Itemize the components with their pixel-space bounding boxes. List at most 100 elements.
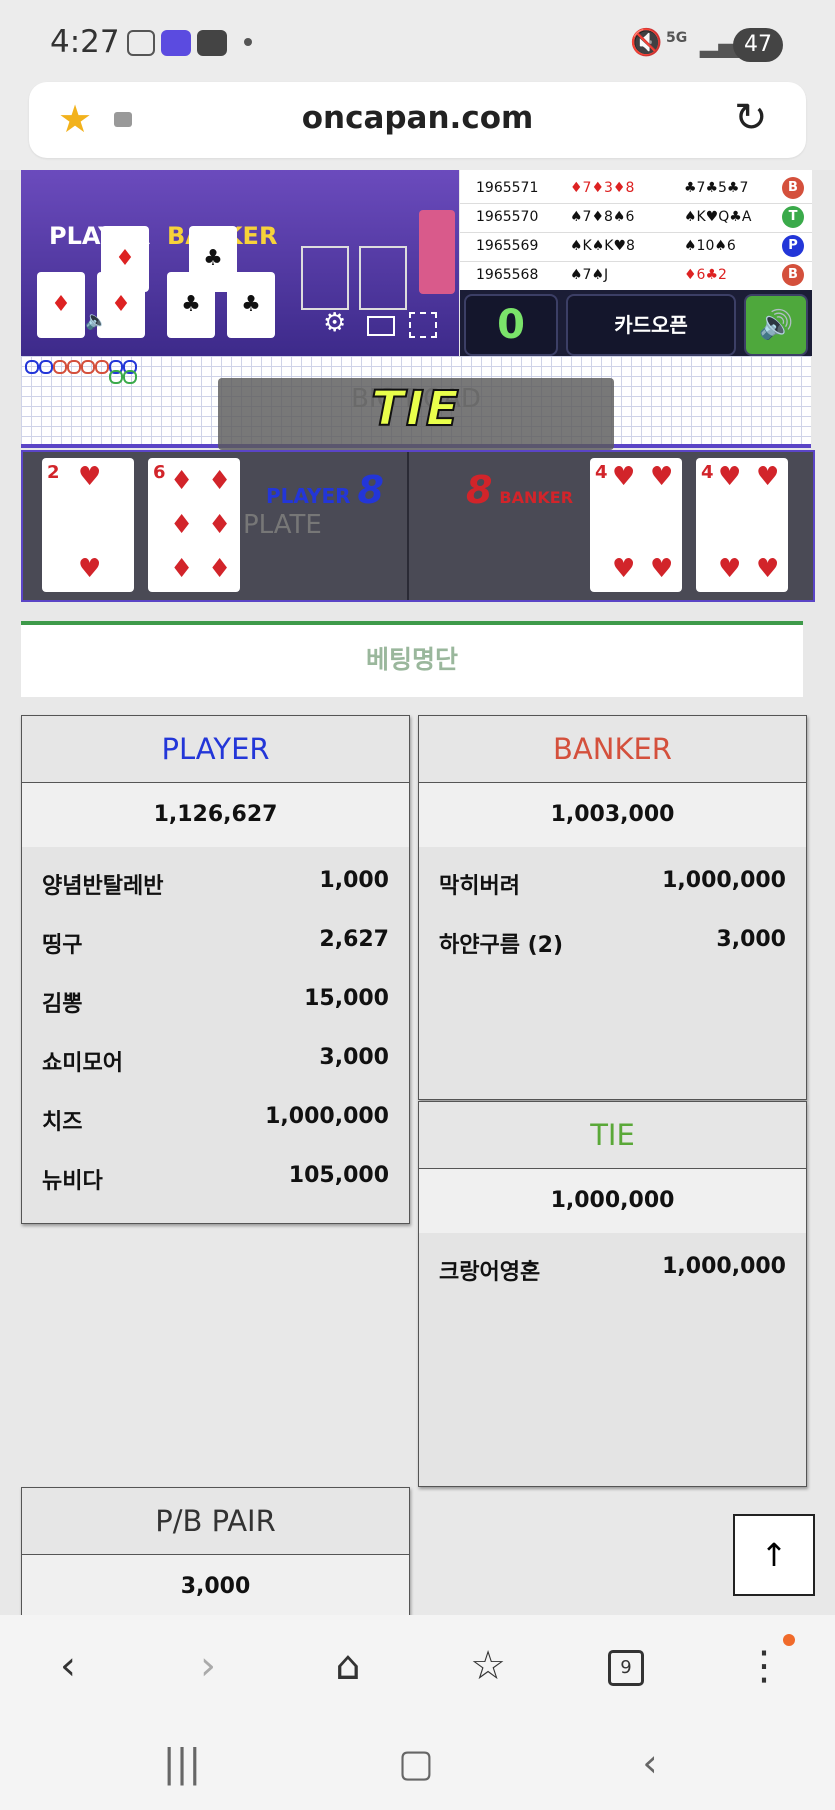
road-marker xyxy=(81,360,95,374)
home-icon[interactable]: ⌂ xyxy=(318,1638,378,1694)
screenshot-icon xyxy=(127,30,155,56)
road-marker xyxy=(123,370,137,384)
heart-icon: ♥ xyxy=(718,462,742,492)
player-cards: ♠7♦8♠6 xyxy=(570,209,635,225)
forward-icon[interactable]: › xyxy=(178,1638,238,1694)
pip-icon[interactable] xyxy=(367,316,395,336)
road-marker xyxy=(67,360,81,374)
back-nav-icon[interactable]: ‹ xyxy=(620,1740,680,1786)
card-rank: 4 xyxy=(701,462,714,483)
winner-badge: P xyxy=(782,235,804,257)
network-label: 5G xyxy=(666,30,688,46)
bet-row: 치즈 1,000,000 xyxy=(22,1096,409,1136)
bet-row: 김뽕 15,000 xyxy=(22,978,409,1018)
tie-bets-title: TIE xyxy=(419,1102,806,1169)
heart-icon: ♥ xyxy=(650,462,674,492)
round-id: 1965570 xyxy=(476,209,539,225)
bettor-name: 김뽕 xyxy=(42,992,83,1017)
live-video[interactable]: PLAYER BANKER ♦ ♣ ♦ ♦ ♣ ♣ ❚❚ 🔈 ⚙ xyxy=(21,170,459,356)
banker-cards: ♣7♣5♣7 xyxy=(684,180,749,196)
pair-bets-panel: P/B PAIR 3,000 xyxy=(21,1487,410,1616)
banker-cards: ♠K♥Q♣A xyxy=(684,209,752,225)
card-slot xyxy=(359,246,407,310)
mute-video-icon[interactable]: 🔈 xyxy=(85,310,107,331)
url-text[interactable]: oncapan.com xyxy=(0,100,835,136)
bettor-name: 하얀구름 (2) xyxy=(439,933,564,958)
heart-icon: ♥ xyxy=(612,462,636,492)
diamond-icon: ♦ xyxy=(170,466,194,496)
bet-row: 막히버려 1,000,000 xyxy=(419,860,806,900)
player-cards: ♦7♦3♦8 xyxy=(570,180,635,196)
table-row: 1965568 ♠7♠J ♦6♣2 B xyxy=(460,261,812,291)
player-label-text: PLAYER xyxy=(266,484,351,508)
banker-bets-total: 1,003,000 xyxy=(419,783,806,847)
home-nav-icon[interactable]: ▢ xyxy=(386,1740,446,1786)
app-q-icon xyxy=(161,30,191,56)
bet-amount: 1,000 xyxy=(319,868,389,893)
back-icon[interactable]: ‹ xyxy=(38,1638,98,1694)
pair-bets-total: 3,000 xyxy=(22,1555,409,1615)
bet-amount: 2,627 xyxy=(319,927,389,952)
table-card: ♣ xyxy=(167,272,215,338)
bet-row: 크랑어영혼 1,000,000 xyxy=(419,1246,806,1286)
banker-label-text: BANKER xyxy=(499,488,574,507)
player-card-2: 6 ♦ ♦ ♦ ♦ ♦ ♦ xyxy=(148,458,240,592)
round-id: 1965571 xyxy=(476,180,539,196)
road-marker xyxy=(95,360,109,374)
heart-icon: ♥ xyxy=(78,554,102,584)
arrow-up-icon: ↑ xyxy=(760,1536,788,1574)
recent-apps-icon[interactable]: ||| xyxy=(152,1740,212,1786)
fullscreen-icon[interactable] xyxy=(409,312,437,338)
menu-notification-dot xyxy=(783,1634,795,1646)
tabs-count: 9 xyxy=(608,1650,644,1686)
bet-amount: 1,000,000 xyxy=(265,1104,389,1129)
status-time: 4:27 xyxy=(50,24,120,60)
heart-icon: ♥ xyxy=(718,554,742,584)
pause-icon[interactable]: ❚❚ xyxy=(41,310,71,331)
banker-bets-panel: BANKER 1,003,000 막히버려 1,000,000 하얀구름 (2) 3… xyxy=(418,715,807,1100)
settings-icon[interactable]: ⚙ xyxy=(323,308,346,338)
tie-result-text: TIE xyxy=(370,380,461,438)
scroll-top-button[interactable]: ↑ xyxy=(733,1514,815,1596)
heart-icon: ♥ xyxy=(756,554,780,584)
bet-row: 하얀구름 (2) 3,000 xyxy=(419,919,806,959)
winner-badge: T xyxy=(782,206,804,228)
player-label: PLAYER 8 xyxy=(266,468,384,512)
bet-amount: 3,000 xyxy=(319,1045,389,1070)
bet-amount: 1,000,000 xyxy=(662,1254,786,1279)
diamond-icon: ♦ xyxy=(208,554,232,584)
tabs-button[interactable]: 9 xyxy=(596,1638,656,1694)
round-id: 1965568 xyxy=(476,267,539,283)
results-table: 1965571 ♦7♦3♦8 ♣7♣5♣7 B 1965570 ♠7♦8♠6 ♠… xyxy=(460,170,812,291)
reload-icon[interactable]: ↻ xyxy=(734,96,768,140)
card-rank: 6 xyxy=(153,462,166,483)
mute-icon: 🔇 xyxy=(630,28,663,58)
card-shoe xyxy=(419,210,455,294)
table-row: 1965571 ♦7♦3♦8 ♣7♣5♣7 B xyxy=(460,174,812,204)
banker-score: 8 xyxy=(466,468,493,512)
banker-cards: ♦6♣2 xyxy=(684,267,727,283)
bet-row: 양념반탈레반 1,000 xyxy=(22,860,409,900)
sound-toggle-icon[interactable]: 🔊 xyxy=(744,294,808,356)
player-card-1: 2 ♥ ♥ xyxy=(42,458,134,592)
banker-card-1: 4 ♥ ♥ ♥ ♥ xyxy=(590,458,682,592)
diamond-icon: ♦ xyxy=(208,466,232,496)
bettor-name: 뉴비다 xyxy=(42,1169,103,1194)
winner-badge: B xyxy=(782,177,804,199)
card-open-button[interactable]: 카드오픈 xyxy=(566,294,736,356)
player-bets-total: 1,126,627 xyxy=(22,783,409,847)
bookmarks-icon[interactable]: ☆ xyxy=(458,1638,518,1694)
player-cards: ♠7♠J xyxy=(570,267,609,283)
diamond-icon: ♦ xyxy=(170,554,194,584)
player-cards: ♠K♠K♥8 xyxy=(570,238,635,254)
bettor-name: 막히버려 xyxy=(439,874,520,899)
banker-card-2: 4 ♥ ♥ ♥ ♥ xyxy=(696,458,788,592)
card-slot xyxy=(301,246,349,310)
bet-row: 띵구 2,627 xyxy=(22,919,409,959)
banker-label: 8 BANKER xyxy=(466,468,573,512)
card-rank: 4 xyxy=(595,462,608,483)
player-score: 8 xyxy=(357,468,384,512)
round-id: 1965569 xyxy=(476,238,539,254)
banker-bets-title: BANKER xyxy=(419,716,806,783)
menu-icon[interactable]: ⋮ xyxy=(734,1638,794,1694)
